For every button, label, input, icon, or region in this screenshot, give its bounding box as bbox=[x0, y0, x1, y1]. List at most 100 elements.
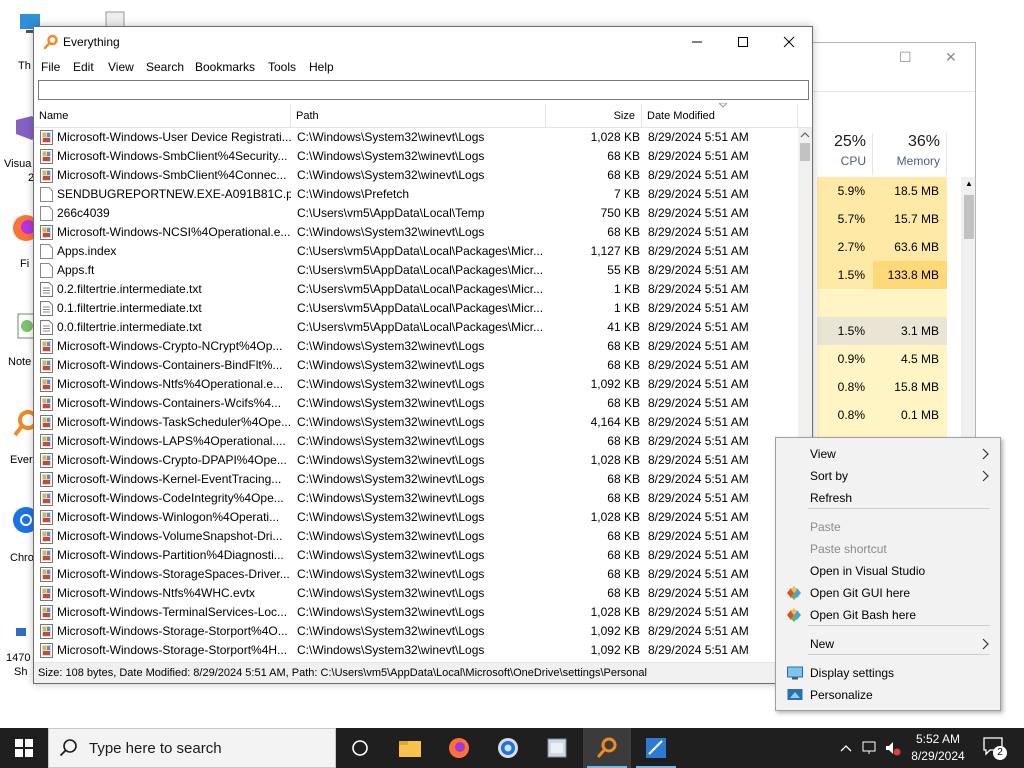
menu-search[interactable]: Search bbox=[146, 60, 184, 74]
result-date: 8/29/2024 5:51 AM bbox=[648, 206, 749, 220]
taskbar-everything[interactable] bbox=[583, 728, 631, 768]
result-path: C:\Windows\System32\winevt\Logs bbox=[297, 396, 485, 410]
clock-date[interactable]: 8/29/2024 bbox=[902, 749, 974, 763]
menu-view[interactable]: View bbox=[108, 60, 134, 74]
menu-edit[interactable]: Edit bbox=[73, 60, 94, 74]
result-row[interactable]: Microsoft-Windows-VolumeSnapshot-Dri... C… bbox=[34, 527, 798, 546]
start-button[interactable] bbox=[0, 728, 48, 768]
result-row[interactable]: Microsoft-Windows-Ntfs%4WHC.evtx C:\Windo… bbox=[34, 584, 798, 603]
event-log-file-icon bbox=[40, 586, 53, 601]
tm-process-row[interactable]: 1.5% 3.1 MB bbox=[791, 317, 975, 345]
menu-item-display-settings[interactable]: Display settings bbox=[778, 662, 998, 684]
clock-time[interactable]: 5:52 AM bbox=[902, 732, 974, 746]
taskbar-chrome[interactable] bbox=[484, 728, 532, 768]
tm-scrollbar[interactable]: ▲ bbox=[961, 177, 975, 441]
taskbar-search-box[interactable]: Type here to search bbox=[48, 728, 336, 768]
result-row[interactable]: SENDBUGREPORTNEW.EXE-A091B81C.pf C:\Windo… bbox=[34, 185, 798, 204]
result-path: C:\Users\vm5\AppData\Local\Packages\Micr… bbox=[297, 320, 544, 334]
column-name[interactable]: Name bbox=[34, 104, 291, 128]
tm-process-row[interactable]: 0.8% 15.8 MB bbox=[791, 373, 975, 401]
result-row[interactable]: Microsoft-Windows-Partition%4Diagnosti..… bbox=[34, 546, 798, 565]
close-icon[interactable]: ✕ bbox=[945, 49, 957, 66]
tm-process-row[interactable]: 1.5% 133.8 MB bbox=[791, 261, 975, 289]
result-row[interactable]: Microsoft-Windows-SmbClient%4Connec... C:… bbox=[34, 166, 798, 185]
tm-process-row[interactable]: 0.9% 4.5 MB bbox=[791, 345, 975, 373]
taskbar-notepad[interactable] bbox=[533, 728, 581, 768]
result-row[interactable]: 0.2.filtertrie.intermediate.txt C:\Users\… bbox=[34, 280, 798, 299]
menu-item-sort-by[interactable]: Sort by bbox=[778, 465, 998, 487]
menu-item-refresh[interactable]: Refresh bbox=[778, 487, 998, 509]
menu-item-label: Paste shortcut bbox=[810, 542, 887, 556]
result-size: 68 KB bbox=[607, 225, 640, 239]
menu-item-new[interactable]: New bbox=[778, 633, 998, 655]
maximize-button[interactable] bbox=[720, 27, 766, 57]
menu-item-open-git-gui-here[interactable]: Open Git GUI here bbox=[778, 582, 998, 604]
result-row[interactable]: Microsoft-Windows-Containers-Wcifs%4... C… bbox=[34, 394, 798, 413]
maximize-icon[interactable]: ☐ bbox=[899, 49, 912, 66]
column-date-modified[interactable]: Date Modified bbox=[642, 103, 798, 128]
result-row[interactable]: Microsoft-Windows-TerminalServices-Loc..… bbox=[34, 603, 798, 622]
result-name: Microsoft-Windows-LAPS%4Operational.... bbox=[57, 434, 286, 448]
menu-item-personalize[interactable]: Personalize bbox=[778, 684, 998, 706]
taskbar-file-explorer[interactable] bbox=[386, 728, 434, 768]
result-row[interactable]: Microsoft-Windows-StorageSpaces-Driver..… bbox=[34, 565, 798, 584]
network-icon[interactable] bbox=[862, 740, 880, 756]
menu-item-open-in-visual-studio[interactable]: Open in Visual Studio bbox=[778, 560, 998, 582]
result-row[interactable]: 0.0.filtertrie.intermediate.txt C:\Users\… bbox=[34, 318, 798, 337]
tm-process-row[interactable]: 2.7% 63.6 MB bbox=[791, 233, 975, 261]
close-icon bbox=[783, 36, 795, 48]
result-row[interactable]: Microsoft-Windows-SmbClient%4Security...… bbox=[34, 147, 798, 166]
result-row[interactable]: Microsoft-Windows-Kernel-EventTracing...… bbox=[34, 470, 798, 489]
result-row[interactable]: Microsoft-Windows-LAPS%4Operational.... C… bbox=[34, 432, 798, 451]
result-row[interactable]: 266c4039 C:\Users\vm5\AppData\Local\Temp 7… bbox=[34, 204, 798, 223]
search-input[interactable] bbox=[38, 80, 809, 100]
tm-process-row[interactable]: 5.7% 15.7 MB bbox=[791, 205, 975, 233]
taskbar-firefox[interactable] bbox=[435, 728, 483, 768]
result-row[interactable]: Microsoft-Windows-CodeIntegrity%4Ope... C… bbox=[34, 489, 798, 508]
result-row[interactable]: Apps.ft C:\Users\vm5\AppData\Local\Packag… bbox=[34, 261, 798, 280]
menu-item-view[interactable]: View bbox=[778, 443, 998, 465]
result-path: C:\Windows\System32\winevt\Logs bbox=[297, 586, 485, 600]
scroll-thumb[interactable] bbox=[800, 143, 810, 161]
tm-process-row[interactable] bbox=[791, 289, 975, 317]
close-button[interactable] bbox=[766, 27, 812, 57]
scroll-up-icon[interactable]: ▲ bbox=[965, 179, 973, 188]
menu-item-label: View bbox=[810, 447, 836, 461]
tm-process-row[interactable]: 5.9% 18.5 MB bbox=[791, 177, 975, 205]
taskbar-paint[interactable] bbox=[632, 728, 680, 768]
result-name: Microsoft-Windows-Storage-Storport%4O... bbox=[57, 624, 288, 638]
result-row[interactable]: Microsoft-Windows-Ntfs%4Operational.e...… bbox=[34, 375, 798, 394]
taskbar-task-view[interactable] bbox=[336, 728, 384, 768]
volume-muted-icon[interactable] bbox=[884, 740, 902, 756]
result-row[interactable]: Microsoft-Windows-Crypto-NCrypt%4Op... C:… bbox=[34, 337, 798, 356]
scroll-up-icon[interactable] bbox=[798, 128, 812, 142]
menu-item-open-git-bash-here[interactable]: Open Git Bash here bbox=[778, 604, 998, 626]
tm-process-row[interactable]: 0.8% 0.1 MB bbox=[791, 401, 975, 429]
column-path[interactable]: Path bbox=[291, 104, 546, 128]
result-row[interactable]: Microsoft-Windows-NCSI%4Operational.e...… bbox=[34, 223, 798, 242]
tm-scroll-thumb[interactable] bbox=[964, 195, 974, 239]
result-row[interactable]: Apps.index C:\Users\vm5\AppData\Local\Pac… bbox=[34, 242, 798, 261]
menu-help[interactable]: Help bbox=[309, 60, 334, 74]
tm-column-memory[interactable]: 36% Memory bbox=[873, 133, 947, 175]
result-date: 8/29/2024 5:51 AM bbox=[648, 301, 749, 315]
show-hidden-icons-chevron-icon[interactable] bbox=[840, 743, 852, 753]
result-row[interactable]: Microsoft-Windows-Crypto-DPAPI%4Ope... C:… bbox=[34, 451, 798, 470]
result-row[interactable]: Microsoft-Windows-Winlogon%4Operati... C:… bbox=[34, 508, 798, 527]
minimize-button[interactable] bbox=[674, 27, 720, 57]
menu-bookmarks[interactable]: Bookmarks bbox=[195, 60, 255, 74]
everything-titlebar[interactable]: Everything bbox=[34, 27, 812, 57]
result-row[interactable]: Microsoft-Windows-User Device Registrati… bbox=[34, 128, 798, 147]
result-row[interactable]: Microsoft-Windows-Storage-Storport%4O...… bbox=[34, 622, 798, 641]
result-row[interactable]: Microsoft-Windows-Storage-Storport%4H...… bbox=[34, 641, 798, 660]
event-log-file-icon bbox=[40, 396, 53, 411]
column-size[interactable]: Size bbox=[546, 104, 642, 128]
result-size: 1 KB bbox=[613, 301, 640, 315]
notification-center-button[interactable]: 2 bbox=[982, 736, 1007, 760]
menu-file[interactable]: File bbox=[41, 60, 60, 74]
result-size: 68 KB bbox=[607, 358, 640, 372]
result-row[interactable]: 0.1.filtertrie.intermediate.txt C:\Users\… bbox=[34, 299, 798, 318]
result-row[interactable]: Microsoft-Windows-TaskScheduler%4Ope... C… bbox=[34, 413, 798, 432]
menu-tools[interactable]: Tools bbox=[268, 60, 296, 74]
result-row[interactable]: Microsoft-Windows-Containers-BindFlt%...… bbox=[34, 356, 798, 375]
